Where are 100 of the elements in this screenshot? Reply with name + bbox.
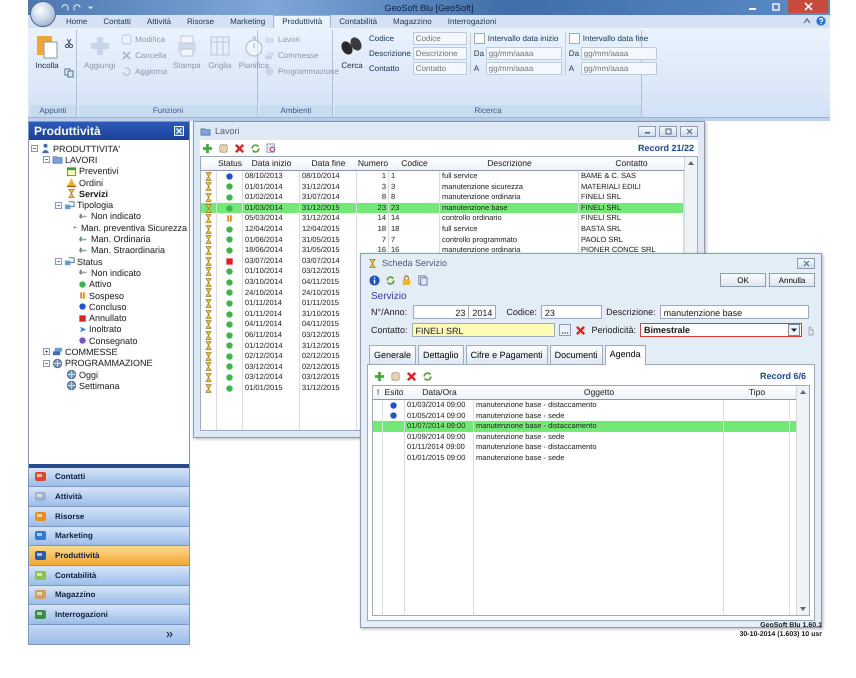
ribbon-tab[interactable]: Produttività [273, 15, 332, 28]
number-field[interactable]: 23 [413, 305, 470, 319]
tree-item[interactable]: Settimana [79, 380, 120, 391]
tree-item[interactable]: COMMESSE [65, 346, 118, 357]
ribbon-tab[interactable]: Magazzino [385, 16, 440, 28]
description-field[interactable]: manutenzione base [660, 305, 809, 319]
close-button[interactable] [797, 258, 815, 268]
ribbon-tab[interactable]: Contabilità [331, 16, 386, 28]
tree-item[interactable]: Man. Ordinaria [91, 234, 151, 244]
tree-item[interactable]: Attivo [89, 279, 112, 290]
frequency-dropdown[interactable]: Bimestrale [640, 323, 802, 337]
scroll-up-icon[interactable] [688, 160, 694, 165]
tree-item[interactable]: Oggi [79, 370, 98, 380]
tree-item[interactable]: Annullato [89, 313, 127, 324]
column-header[interactable]: Codice [389, 157, 440, 170]
column-header[interactable]: Descrizione [440, 157, 579, 170]
code-field[interactable]: 23 [540, 305, 602, 319]
checkbox[interactable] [568, 33, 580, 44]
tree-item[interactable]: Man. Straordinaria [91, 245, 166, 256]
tab[interactable]: Documenti [550, 345, 603, 364]
search-field[interactable]: Codice [412, 32, 467, 45]
close-button[interactable] [680, 126, 698, 136]
search-button[interactable]: Cerca [338, 32, 366, 84]
column-header[interactable]: Contatto [579, 157, 684, 170]
nav-button[interactable]: Magazzino [29, 586, 189, 606]
caret-icon[interactable] [791, 327, 797, 333]
column-header[interactable]: Tipo [724, 386, 790, 399]
tree-item[interactable]: Tipologia [77, 200, 114, 210]
nav-button[interactable]: Interrogazioni [29, 605, 189, 625]
help-icon[interactable] [816, 16, 826, 26]
column-header[interactable]: Esito [383, 386, 405, 399]
close-button[interactable] [788, 0, 828, 13]
collapse-icon[interactable] [802, 16, 812, 26]
clear-icon[interactable] [574, 324, 586, 336]
search-field[interactable]: Contatto [412, 62, 467, 75]
tab[interactable]: Generale [369, 345, 416, 364]
nav-button[interactable]: Contatti [29, 468, 189, 488]
chevron-icon[interactable] [166, 631, 173, 638]
checkbox[interactable] [474, 33, 485, 44]
tab[interactable]: Cifre e Pagamenti [466, 345, 548, 364]
add-icon[interactable] [202, 142, 213, 154]
tree-item[interactable]: Man. preventiva Sicurezza [80, 222, 187, 233]
tree-item[interactable]: Non indicato [91, 268, 142, 278]
nav-button[interactable]: Attività [29, 487, 189, 507]
minimize-button[interactable] [638, 126, 656, 136]
expand-toggle[interactable] [55, 258, 62, 266]
column-header[interactable]: ! [373, 386, 383, 399]
tab[interactable]: Dettaglio [418, 345, 464, 364]
ribbon-tab[interactable]: Interrogazioni [440, 16, 504, 28]
ribbon-tab[interactable]: Risorse [178, 16, 222, 28]
document-icon[interactable] [417, 274, 428, 286]
dialog-button[interactable]: OK [720, 273, 766, 287]
scroll-icon[interactable] [390, 370, 401, 382]
refresh-icon[interactable] [422, 370, 433, 382]
refresh-icon[interactable] [385, 274, 396, 286]
undo-icon[interactable] [60, 3, 69, 12]
tree-item[interactable]: Non indicato [91, 211, 142, 222]
expand-toggle[interactable] [43, 348, 50, 356]
refresh-icon[interactable] [250, 142, 261, 154]
expand-toggle[interactable] [43, 156, 50, 164]
tab[interactable]: Agenda [604, 345, 646, 365]
tree-item[interactable]: Status [77, 256, 103, 267]
app-menu-button[interactable] [30, 1, 56, 27]
redo-icon[interactable] [73, 3, 82, 12]
tree-item[interactable]: Inoltrato [89, 324, 122, 334]
delete-icon[interactable] [406, 370, 417, 382]
column-header[interactable]: Data/Ora [405, 386, 474, 399]
expand-toggle[interactable] [31, 145, 38, 152]
column-header[interactable]: Status [217, 157, 243, 170]
expand-toggle[interactable] [43, 360, 50, 367]
scissors-icon[interactable] [64, 38, 74, 48]
tree-item[interactable]: PRODUTTIVITA' [53, 144, 120, 154]
tree-item[interactable]: Preventivi [79, 166, 119, 176]
column-header[interactable]: Oggetto [474, 386, 724, 399]
search-icon[interactable] [266, 142, 277, 154]
column-header[interactable]: Data fine [300, 157, 357, 170]
scroll-icon[interactable] [218, 142, 229, 154]
add-icon[interactable] [374, 370, 385, 382]
nav-button[interactable]: Marketing [29, 526, 189, 546]
search-field[interactable]: Descrizione [412, 47, 467, 60]
expand-toggle[interactable] [55, 202, 62, 209]
tree-item[interactable]: Servizi [79, 188, 108, 199]
tree-item[interactable]: Concluso [89, 302, 127, 312]
date-field[interactable]: gg/mm/aaaa [486, 47, 562, 60]
contact-field[interactable]: FINELI SRL [412, 323, 555, 337]
nav-button[interactable]: Contabilità [29, 566, 189, 586]
column-header[interactable]: Numero [357, 157, 389, 170]
tree-item[interactable]: LAVORI [65, 154, 98, 165]
nav-button[interactable]: Risorse [29, 506, 189, 527]
ribbon-tab[interactable]: Marketing [222, 16, 274, 28]
info-icon[interactable] [369, 274, 380, 286]
scroll-down-icon[interactable] [800, 607, 806, 612]
tree-item[interactable]: Consegnato [89, 336, 138, 346]
nav-button[interactable]: Produttività [29, 546, 189, 566]
copy-icon[interactable] [64, 68, 74, 78]
date-field[interactable]: gg/mm/aaaa [580, 47, 657, 60]
paste-button[interactable]: Incolla [33, 32, 61, 84]
date-field[interactable]: gg/mm/aaaa [580, 62, 657, 75]
tree-item[interactable]: PROGRAMMAZIONE [65, 358, 153, 368]
column-header[interactable]: Data inizio [243, 157, 300, 170]
